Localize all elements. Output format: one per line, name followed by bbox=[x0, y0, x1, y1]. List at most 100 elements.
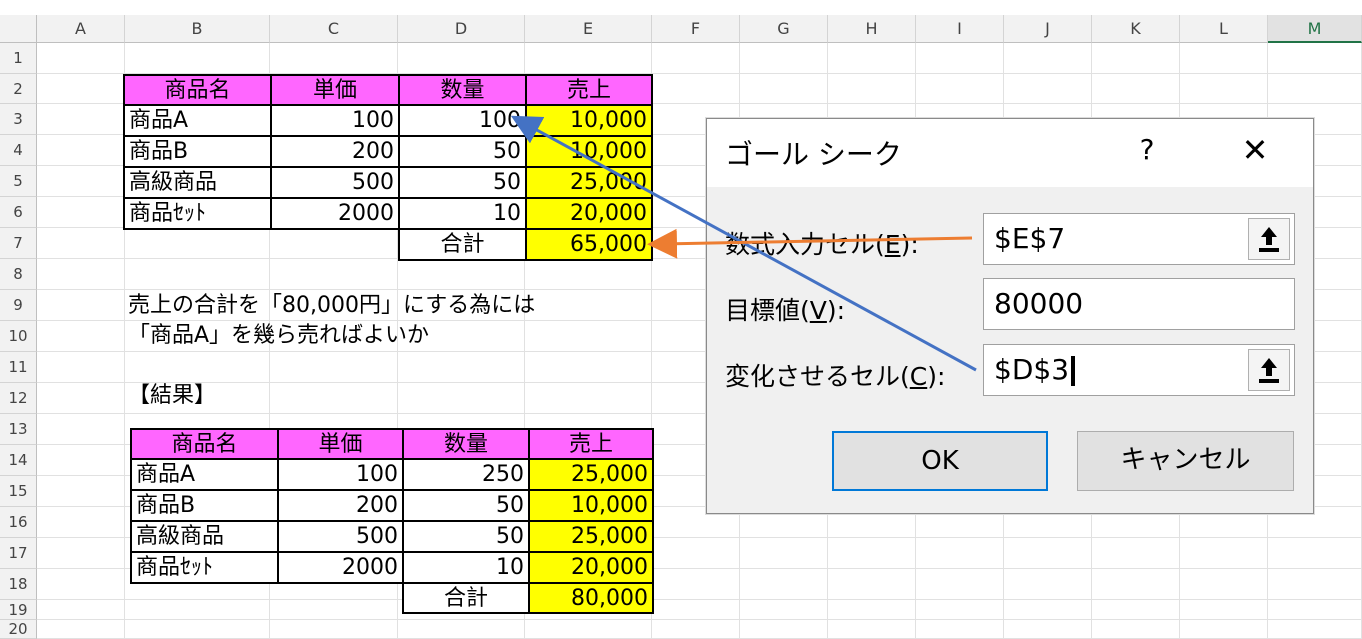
row-header-4[interactable]: 4 bbox=[0, 135, 37, 166]
t2-r4-sales[interactable]: 20,000 bbox=[528, 551, 654, 584]
t1-total-label[interactable]: 合計 bbox=[398, 228, 527, 261]
t1-r3-name[interactable]: 高級商品 bbox=[123, 166, 272, 199]
t1-r1-price[interactable]: 100 bbox=[270, 104, 400, 137]
t2-r4-qty[interactable]: 10 bbox=[402, 551, 530, 584]
t1-header-qty[interactable]: 数量 bbox=[398, 74, 527, 106]
t1-r4-price[interactable]: 2000 bbox=[270, 197, 400, 230]
t2-r2-name[interactable]: 商品B bbox=[130, 489, 279, 522]
set-cell-label: 数式入力セル(E): bbox=[725, 225, 919, 261]
to-value-accesskey: V bbox=[809, 296, 827, 325]
t1-r1-sales[interactable]: 10,000 bbox=[525, 104, 653, 137]
t1-r4-name[interactable]: 商品ｾｯﾄ bbox=[123, 197, 272, 230]
row-header-18[interactable]: 18 bbox=[0, 569, 37, 600]
t2-r1-sales[interactable]: 25,000 bbox=[528, 458, 654, 491]
changing-cell-input[interactable]: $D$3 bbox=[983, 344, 1295, 396]
t2-r3-price[interactable]: 500 bbox=[277, 520, 404, 553]
t1-r4-qty[interactable]: 10 bbox=[398, 197, 527, 230]
changing-cell-accesskey: C bbox=[909, 362, 928, 391]
row-header-2[interactable]: 2 bbox=[0, 74, 37, 104]
column-header-d[interactable]: D bbox=[398, 15, 525, 43]
column-header-k[interactable]: K bbox=[1092, 15, 1180, 43]
t2-total-value[interactable]: 80,000 bbox=[528, 582, 654, 614]
t2-r1-price[interactable]: 100 bbox=[277, 458, 404, 491]
t2-r3-qty[interactable]: 50 bbox=[402, 520, 530, 553]
close-icon[interactable]: ✕ bbox=[1231, 131, 1279, 169]
goal-seek-dialog: ゴール シーク ? ✕ 数式入力セル(E): $E$7 目標値(V): 8000… bbox=[706, 118, 1314, 514]
help-icon[interactable]: ? bbox=[1127, 133, 1167, 166]
row-header-13[interactable]: 13 bbox=[0, 414, 37, 445]
t1-r3-price[interactable]: 500 bbox=[270, 166, 400, 199]
ok-button[interactable]: OK bbox=[832, 431, 1048, 491]
to-value-input[interactable]: 80000 bbox=[983, 278, 1295, 330]
t2-r4-name[interactable]: 商品ｾｯﾄ bbox=[130, 551, 279, 584]
row-header-10[interactable]: 10 bbox=[0, 321, 37, 352]
column-header-g[interactable]: G bbox=[740, 15, 828, 43]
row-header-8[interactable]: 8 bbox=[0, 259, 37, 290]
t2-r2-price[interactable]: 200 bbox=[277, 489, 404, 522]
column-header-a[interactable]: A bbox=[37, 15, 125, 43]
column-header-l[interactable]: L bbox=[1180, 15, 1268, 43]
t2-r1-name[interactable]: 商品A bbox=[130, 458, 279, 491]
gridline-horizontal bbox=[37, 599, 1362, 600]
t1-r1-qty[interactable]: 100 bbox=[398, 104, 527, 137]
row-header-15[interactable]: 15 bbox=[0, 476, 37, 507]
column-header-j[interactable]: J bbox=[1004, 15, 1092, 43]
row-header-11[interactable]: 11 bbox=[0, 352, 37, 383]
row-header-9[interactable]: 9 bbox=[0, 290, 37, 321]
range-selector-icon[interactable] bbox=[1248, 349, 1290, 391]
column-header-b[interactable]: B bbox=[125, 15, 270, 43]
t2-r1-qty[interactable]: 250 bbox=[402, 458, 530, 491]
row-header-6[interactable]: 6 bbox=[0, 197, 37, 228]
range-selector-icon[interactable] bbox=[1248, 218, 1290, 260]
row-header-3[interactable]: 3 bbox=[0, 104, 37, 135]
column-header-h[interactable]: H bbox=[828, 15, 916, 43]
t2-r2-qty[interactable]: 50 bbox=[402, 489, 530, 522]
gridline-horizontal bbox=[37, 619, 1362, 620]
t2-header-qty[interactable]: 数量 bbox=[402, 428, 530, 460]
row-header-19[interactable]: 19 bbox=[0, 600, 37, 620]
t1-r2-name[interactable]: 商品B bbox=[123, 135, 272, 168]
row-header-12[interactable]: 12 bbox=[0, 383, 37, 414]
row-header-17[interactable]: 17 bbox=[0, 538, 37, 569]
t2-total-label[interactable]: 合計 bbox=[402, 582, 530, 614]
question-line-2: 「商品A」を幾ら売ればよいか bbox=[128, 323, 430, 348]
t1-r3-qty[interactable]: 50 bbox=[398, 166, 527, 199]
changing-cell-label-text: 変化させるセル( bbox=[725, 362, 910, 391]
column-header-i[interactable]: I bbox=[916, 15, 1004, 43]
t1-header-name[interactable]: 商品名 bbox=[123, 74, 272, 106]
t1-r2-sales[interactable]: 10,000 bbox=[525, 135, 653, 168]
row-header-1[interactable]: 1 bbox=[0, 43, 37, 74]
t1-r2-qty[interactable]: 50 bbox=[398, 135, 527, 168]
t1-header-price[interactable]: 単価 bbox=[270, 74, 400, 106]
cancel-button[interactable]: キャンセル bbox=[1077, 431, 1294, 491]
t1-r1-name[interactable]: 商品A bbox=[123, 104, 272, 137]
t2-r3-name[interactable]: 高級商品 bbox=[130, 520, 279, 553]
t1-total-value[interactable]: 65,000 bbox=[525, 228, 653, 261]
row-header-20[interactable]: 20 bbox=[0, 620, 37, 639]
row-header-5[interactable]: 5 bbox=[0, 166, 37, 197]
column-header-c[interactable]: C bbox=[270, 15, 398, 43]
changing-cell-label-suffix: ): bbox=[927, 362, 946, 391]
t2-header-sales[interactable]: 売上 bbox=[528, 428, 654, 460]
to-value-value: 80000 bbox=[994, 287, 1084, 320]
row-header-14[interactable]: 14 bbox=[0, 445, 37, 476]
t2-r4-price[interactable]: 2000 bbox=[277, 551, 404, 584]
result-label: 【結果】 bbox=[128, 383, 217, 408]
t2-header-price[interactable]: 単価 bbox=[277, 428, 404, 460]
column-header-e[interactable]: E bbox=[525, 15, 652, 43]
row-header-7[interactable]: 7 bbox=[0, 228, 37, 259]
t2-r2-sales[interactable]: 10,000 bbox=[528, 489, 654, 522]
column-header-m[interactable]: M bbox=[1268, 15, 1362, 43]
set-cell-input[interactable]: $E$7 bbox=[983, 213, 1295, 265]
row-header-16[interactable]: 16 bbox=[0, 507, 37, 538]
select-all-corner[interactable] bbox=[0, 15, 37, 43]
set-cell-value: $E$7 bbox=[994, 222, 1066, 255]
t1-r2-price[interactable]: 200 bbox=[270, 135, 400, 168]
to-value-label: 目標値(V): bbox=[725, 291, 845, 327]
t2-header-name[interactable]: 商品名 bbox=[130, 428, 279, 460]
t1-r3-sales[interactable]: 25,000 bbox=[525, 166, 653, 199]
t2-r3-sales[interactable]: 25,000 bbox=[528, 520, 654, 553]
t1-r4-sales[interactable]: 20,000 bbox=[525, 197, 653, 230]
t1-header-sales[interactable]: 売上 bbox=[525, 74, 653, 106]
column-header-f[interactable]: F bbox=[652, 15, 740, 43]
